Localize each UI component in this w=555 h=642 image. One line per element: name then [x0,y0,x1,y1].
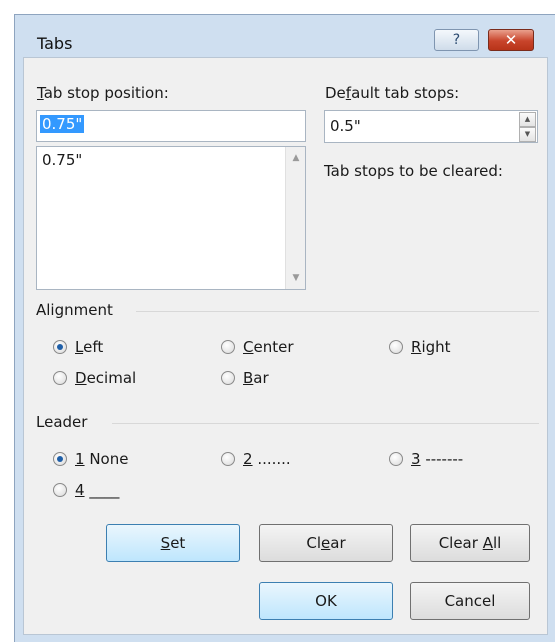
alignment-group-label: Alignment [36,301,113,319]
leader-dashes-label: 3 ------- [411,450,464,468]
alignment-left-label: Left [75,338,104,356]
alignment-center-radio[interactable]: Center [221,338,294,356]
close-icon: ✕ [504,31,518,49]
tab-stop-list[interactable]: 0.75" ▲ ▼ [36,146,306,290]
clear-button[interactable]: Cl e ar [259,524,393,562]
help-icon: ? [452,32,461,48]
leader-dots-radio[interactable]: 2 ....... [221,450,291,468]
alignment-decimal-radio[interactable]: Decimal [53,369,136,387]
radio-unchecked-icon [53,483,67,497]
tab-stop-position-input[interactable]: 0.75" [36,110,306,142]
ok-button[interactable]: OK [259,582,393,620]
set-button[interactable]: Set [106,524,240,562]
radio-unchecked-icon [221,340,235,354]
leader-dots-label: 2 ....... [243,450,291,468]
leader-none-radio[interactable]: 1 None [53,450,128,468]
alignment-decimal-label: Decimal [75,369,137,387]
dialog-window: Tabs ? ✕ Tab stop position: 0.75" 0.75" … [14,14,555,642]
default-tab-stops-spinner[interactable]: ▲ ▼ [519,112,536,142]
help-button[interactable]: ? [434,29,479,51]
alignment-bar-label: Bar [243,369,269,387]
alignment-center-label: Center [243,338,294,356]
dialog-title: Tabs [37,34,73,53]
radio-unchecked-icon [389,340,403,354]
scroll-down-icon[interactable]: ▼ [286,273,306,283]
clear-all-button[interactable]: Clear All [410,524,530,562]
default-tab-stops-label: Default tab stops: [325,84,460,102]
list-item[interactable]: 0.75" [42,151,82,169]
tab-stop-position-value: 0.75" [40,115,85,133]
close-button[interactable]: ✕ [488,29,534,51]
alignment-right-radio[interactable]: Right [389,338,451,356]
alignment-divider [136,311,539,312]
leader-underline-label: 4 ____ [75,481,120,499]
default-tab-stops-value: 0.5" [330,117,361,135]
radio-unchecked-icon [389,452,403,466]
leader-dashes-radio[interactable]: 3 ------- [389,450,463,468]
radio-unchecked-icon [53,371,67,385]
leader-divider [112,423,539,424]
scroll-up-icon[interactable]: ▲ [286,153,306,163]
dialog-body: Tab stop position: 0.75" 0.75" ▲ ▼ Defau… [23,57,548,635]
cancel-button[interactable]: Cancel [410,582,530,620]
tab-stop-list-scrollbar[interactable]: ▲ ▼ [285,147,305,289]
default-tab-stops-field[interactable]: 0.5" ▲ ▼ [324,110,538,143]
spin-down-icon[interactable]: ▼ [519,127,536,142]
leader-underline-radio[interactable]: 4 ____ [53,481,119,499]
alignment-bar-radio[interactable]: Bar [221,369,269,387]
title-bar: Tabs ? ✕ [15,15,555,57]
radio-unchecked-icon [221,371,235,385]
radio-checked-icon [53,340,67,354]
tab-stop-position-label: Tab stop position: [37,84,169,102]
alignment-right-label: Right [411,338,451,356]
alignment-left-radio[interactable]: Left [53,338,103,356]
leader-none-label: 1 None [75,450,129,468]
tab-stops-to-be-cleared-label: Tab stops to be cleared: [324,162,503,180]
radio-checked-icon [53,452,67,466]
spin-up-icon[interactable]: ▲ [519,112,536,127]
leader-group-label: Leader [36,413,88,431]
radio-unchecked-icon [221,452,235,466]
